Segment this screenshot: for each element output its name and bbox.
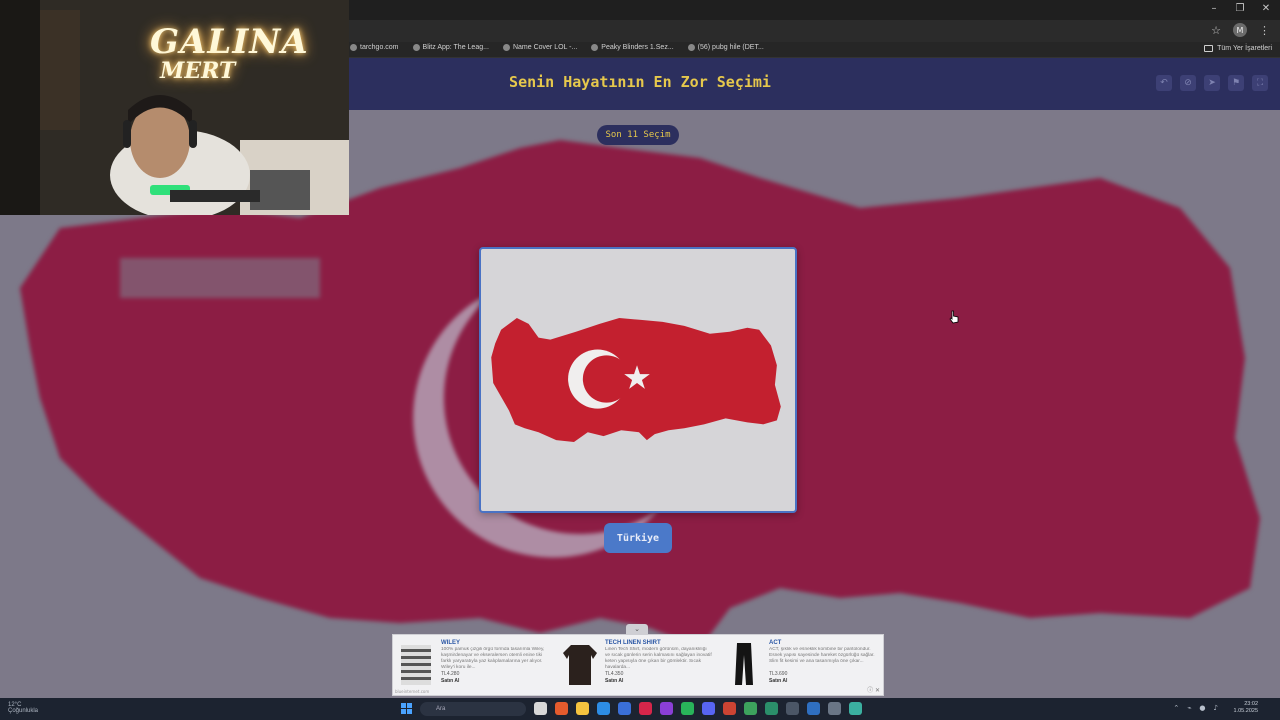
- file-explorer-icon[interactable]: [576, 702, 589, 715]
- screen: – ❐ ✕ ☆ M ⋮ tarchgo.com Blitz App: The L…: [0, 0, 1280, 720]
- neon-sign-bottom: MERT: [160, 58, 236, 84]
- task-view-icon[interactable]: [534, 702, 547, 715]
- site-favicon-icon: [412, 44, 420, 51]
- flag-icon[interactable]: ⚑: [1228, 75, 1244, 91]
- ad-product-price: TL4.280: [441, 671, 460, 677]
- bookmark-label: (56) pubg hile (DET...: [697, 44, 764, 51]
- site-favicon-icon: [350, 44, 357, 51]
- choice-card[interactable]: [479, 247, 797, 513]
- ad-banner: WILEY 100% pamuk çizgili örgü formda tas…: [392, 634, 884, 696]
- choice-button-turkiye[interactable]: Türkiye: [604, 523, 672, 553]
- ad-close-icon[interactable]: ⓘ ✕: [867, 685, 880, 694]
- ad-item-act[interactable]: ACT ACT, şıklık ve esneklik kombine bir …: [721, 638, 881, 692]
- folder-icon: [1204, 45, 1214, 52]
- undo-icon[interactable]: ↶: [1156, 75, 1172, 91]
- window-controls: – ❐ ✕: [1208, 3, 1272, 14]
- ad-buy-link[interactable]: Satın Al: [769, 678, 877, 684]
- bookmark-label: Blitz App: The Leag...: [422, 44, 489, 51]
- store-icon[interactable]: [618, 702, 631, 715]
- game-launcher-icon[interactable]: [744, 702, 757, 715]
- edge-icon[interactable]: [597, 702, 610, 715]
- ad-product-price: TL3.690: [769, 671, 788, 677]
- background-sea-patch: [120, 258, 320, 298]
- striped-sweater-image: [401, 645, 431, 685]
- ad-product-name: ACT: [769, 640, 782, 646]
- bookmark-item[interactable]: (56) pubg hile (DET...: [687, 44, 764, 51]
- bookmark-item[interactable]: Blitz App: The Leag...: [412, 44, 489, 51]
- clock-date: 1.05.2025: [1233, 708, 1258, 714]
- ad-text-block: TECH LINEN SHIRT Linen Tech Shirt, moder…: [605, 640, 713, 684]
- ad-text-block: WILEY 100% pamuk çizgili örgü formda tas…: [441, 640, 549, 684]
- ad-buy-link[interactable]: Satın Al: [605, 678, 713, 684]
- mouse-hand-cursor-icon: [949, 310, 959, 324]
- taskbar-clock[interactable]: 23:02 1.05.2025: [1234, 701, 1258, 715]
- twitch-icon[interactable]: [660, 702, 673, 715]
- ad-product-name: WILEY: [441, 640, 460, 646]
- webcam-overlay: GALINA MERT: [0, 0, 349, 215]
- profile-avatar[interactable]: M: [1233, 23, 1247, 37]
- ad-buy-link[interactable]: Satın Al: [441, 678, 549, 684]
- ad-footer-source: blueinternet.com: [395, 689, 430, 694]
- dark-shirt-image: [563, 645, 597, 685]
- address-bar-actions: ☆ M ⋮: [1211, 23, 1270, 37]
- terminal-icon[interactable]: [786, 702, 799, 715]
- close-icon[interactable]: ✕: [1260, 3, 1272, 14]
- ad-product-desc: 100% pamuk çizgili örgü formda tasarımla…: [441, 647, 545, 670]
- site-favicon-icon: [591, 44, 599, 51]
- ad-product-desc: Linen Tech Shirt, modern görünüm, dayanı…: [605, 647, 712, 670]
- ad-item-tech-linen-shirt[interactable]: TECH LINEN SHIRT Linen Tech Shirt, moder…: [557, 638, 717, 692]
- site-favicon-icon: [502, 44, 510, 51]
- fullscreen-icon[interactable]: ⛶: [1252, 75, 1268, 91]
- ad-collapse-toggle[interactable]: ⌄: [626, 624, 648, 634]
- ad-product-price: TL4.350: [605, 671, 624, 677]
- nvidia-icon[interactable]: [765, 702, 778, 715]
- bookmark-item[interactable]: tarchgo.com: [350, 44, 399, 51]
- network-icon[interactable]: ⌁: [1187, 704, 1191, 712]
- bookmark-star-icon[interactable]: ☆: [1211, 24, 1221, 37]
- ad-text-block: ACT ACT, şıklık ve esneklik kombine bir …: [769, 640, 877, 684]
- header-actions: ↶ ⊘ ➤ ⚑ ⛶: [1156, 75, 1268, 91]
- menu-kebab-icon[interactable]: ⋮: [1259, 24, 1270, 37]
- minimize-icon[interactable]: –: [1208, 3, 1220, 14]
- chrome-profile-icon[interactable]: [723, 702, 736, 715]
- ad-item-wiley[interactable]: WILEY 100% pamuk çizgili örgü formda tas…: [393, 638, 553, 692]
- whatsapp-icon[interactable]: [681, 702, 694, 715]
- link-icon[interactable]: ⊘: [1180, 75, 1196, 91]
- bookmark-item[interactable]: Name Cover LOL -...: [502, 44, 578, 51]
- site-favicon-icon: [687, 44, 695, 51]
- pinned-apps: [534, 702, 862, 715]
- turkey-flag-map-image: [491, 317, 781, 443]
- all-bookmarks-button[interactable]: Tüm Yer İşaretleri: [1204, 45, 1272, 52]
- taskbar-search-input[interactable]: Ara: [420, 702, 526, 716]
- ad-product-name: TECH LINEN SHIRT: [605, 640, 661, 646]
- maximize-icon[interactable]: ❐: [1234, 3, 1246, 14]
- all-bookmarks-label: Tüm Yer İşaretleri: [1217, 45, 1272, 52]
- spotify-icon[interactable]: [849, 702, 862, 715]
- os-taskbar: 12°C Çoğunlukla Ara ⌃ ⌁ ● ♪ 23:02 1.05.2…: [0, 698, 1280, 720]
- chrome-icon[interactable]: [555, 702, 568, 715]
- share-icon[interactable]: ➤: [1204, 75, 1220, 91]
- discord-icon[interactable]: [702, 702, 715, 715]
- microphone-icon[interactable]: ●: [1199, 704, 1205, 712]
- weather-widget[interactable]: 12°C Çoğunlukla: [8, 702, 38, 714]
- clock-time: 23:02: [1244, 701, 1258, 707]
- weather-desc: Çoğunlukla: [8, 708, 39, 714]
- neon-sign-top: GALINA: [150, 22, 309, 62]
- progress-pill: Son 11 Seçim: [597, 125, 679, 145]
- windows-start-icon[interactable]: [401, 703, 412, 714]
- black-trousers-image: [735, 643, 753, 685]
- crescent-inner: [582, 355, 631, 403]
- chevron-up-icon[interactable]: ⌃: [1173, 704, 1179, 712]
- photos-icon[interactable]: [807, 702, 820, 715]
- bookmark-list: tarchgo.com Blitz App: The Leag... Name …: [350, 44, 764, 51]
- volume-icon[interactable]: ♪: [1214, 704, 1218, 712]
- bookmark-label: Name Cover LOL -...: [512, 44, 578, 51]
- bookmark-item[interactable]: Peaky Blinders 1.Sez...: [591, 44, 674, 51]
- system-tray: ⌃ ⌁ ● ♪: [1173, 704, 1218, 712]
- yandex-icon[interactable]: [639, 702, 652, 715]
- settings-icon[interactable]: [828, 702, 841, 715]
- bookmark-label: tarchgo.com: [360, 44, 399, 51]
- bookmark-label: Peaky Blinders 1.Sez...: [601, 44, 674, 51]
- ad-product-desc: ACT, şıklık ve esneklik kombine bir pant…: [769, 647, 875, 664]
